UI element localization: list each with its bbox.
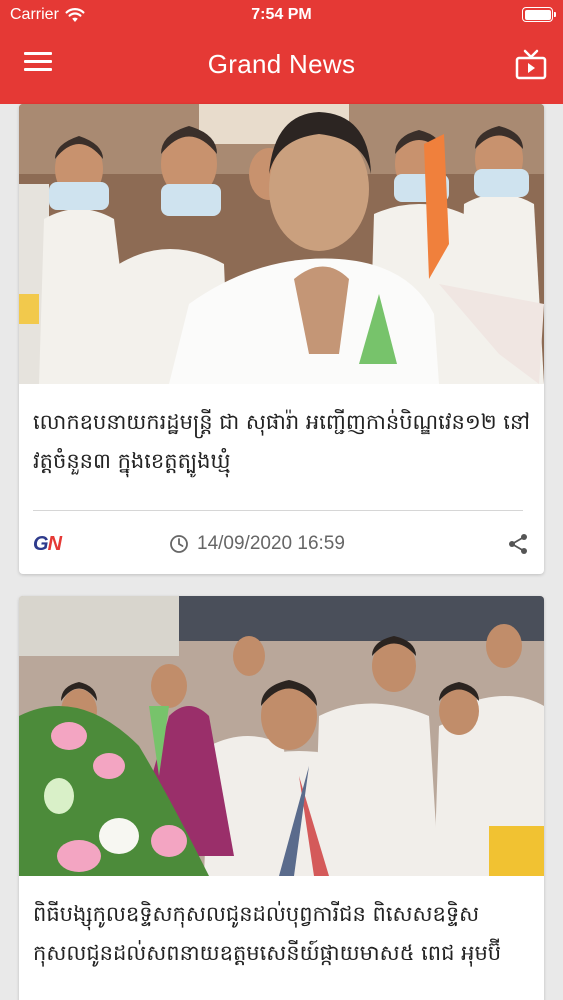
article-card[interactable]: លោកឧបនាយករដ្ឋមន្ត្រី ជា សុផារ៉ា អញ្ជើញកា… xyxy=(19,104,544,574)
app-header: Carrier 7:54 PM Grand News xyxy=(0,0,563,104)
source-logo: GN xyxy=(33,532,62,555)
clock-icon xyxy=(170,535,188,553)
tv-icon[interactable] xyxy=(515,49,547,81)
divider xyxy=(33,510,523,511)
share-icon[interactable] xyxy=(506,532,530,556)
status-time: 7:54 PM xyxy=(251,6,312,23)
article-headline[interactable]: ពិធីបង្សុកូលឧទ្ទិសកុសលជូនដល់បុព្វការីជន … xyxy=(19,880,544,973)
article-headline[interactable]: លោកឧបនាយករដ្ឋមន្ត្រី ជា សុផារ៉ា អញ្ជើញកា… xyxy=(19,388,544,481)
article-photo[interactable] xyxy=(19,596,544,876)
status-bar: Carrier 7:54 PM xyxy=(0,0,563,30)
article-photo[interactable] xyxy=(19,104,544,384)
app-title: Grand News xyxy=(207,49,356,79)
battery-icon xyxy=(522,7,556,22)
article-meta: 14/09/2020 16:59 xyxy=(169,533,345,555)
article-footer: GN 14/09/2020 16:59 xyxy=(19,524,544,564)
article-date: 14/09/2020 16:59 xyxy=(197,533,345,554)
article-card[interactable]: ពិធីបង្សុកូលឧទ្ទិសកុសលជូនដល់បុព្វការីជន … xyxy=(19,596,544,1000)
